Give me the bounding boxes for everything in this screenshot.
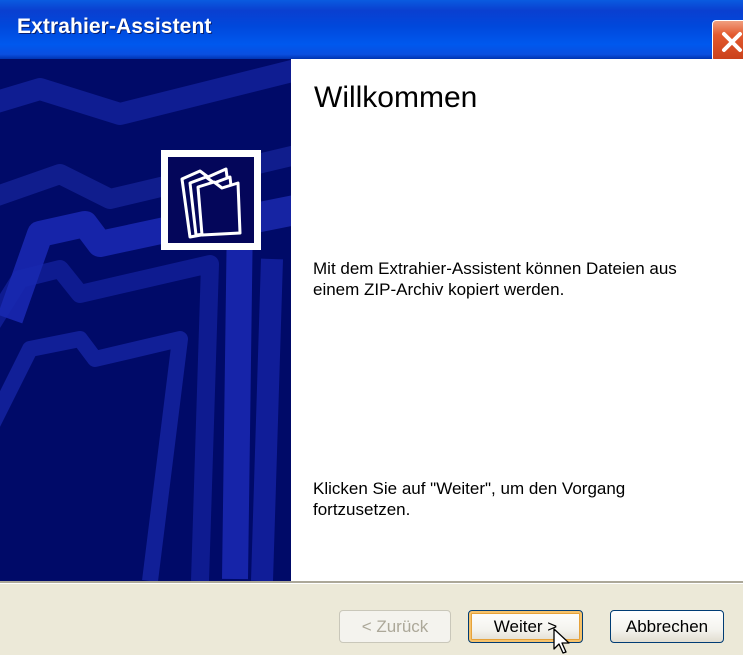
wizard-content: Willkommen Mit dem Extrahier-Assistent k… (291, 59, 743, 581)
divider (0, 581, 743, 584)
description-text: Mit dem Extrahier-Assistent können Datei… (313, 259, 677, 299)
wizard-side-panel (0, 59, 291, 581)
page-title: Willkommen (314, 81, 478, 114)
wizard-icon-frame (161, 150, 261, 250)
folders-icon (168, 157, 254, 243)
cancel-button[interactable]: Abbrechen (610, 610, 724, 643)
close-icon (722, 32, 742, 52)
title-bar[interactable]: Extrahier-Assistent (0, 0, 743, 62)
back-button[interactable]: < Zurück (339, 610, 451, 643)
folders-background-graphic (0, 59, 291, 581)
extract-wizard-window: Extrahier-Assistent Willkommen Mit dem E… (0, 0, 743, 655)
hint-text: Klicken Sie auf "Weiter", um den Vorgang… (313, 479, 626, 519)
window-title: Extrahier-Assistent (17, 15, 212, 38)
close-button[interactable] (712, 20, 743, 62)
mouse-pointer-icon (553, 628, 570, 654)
